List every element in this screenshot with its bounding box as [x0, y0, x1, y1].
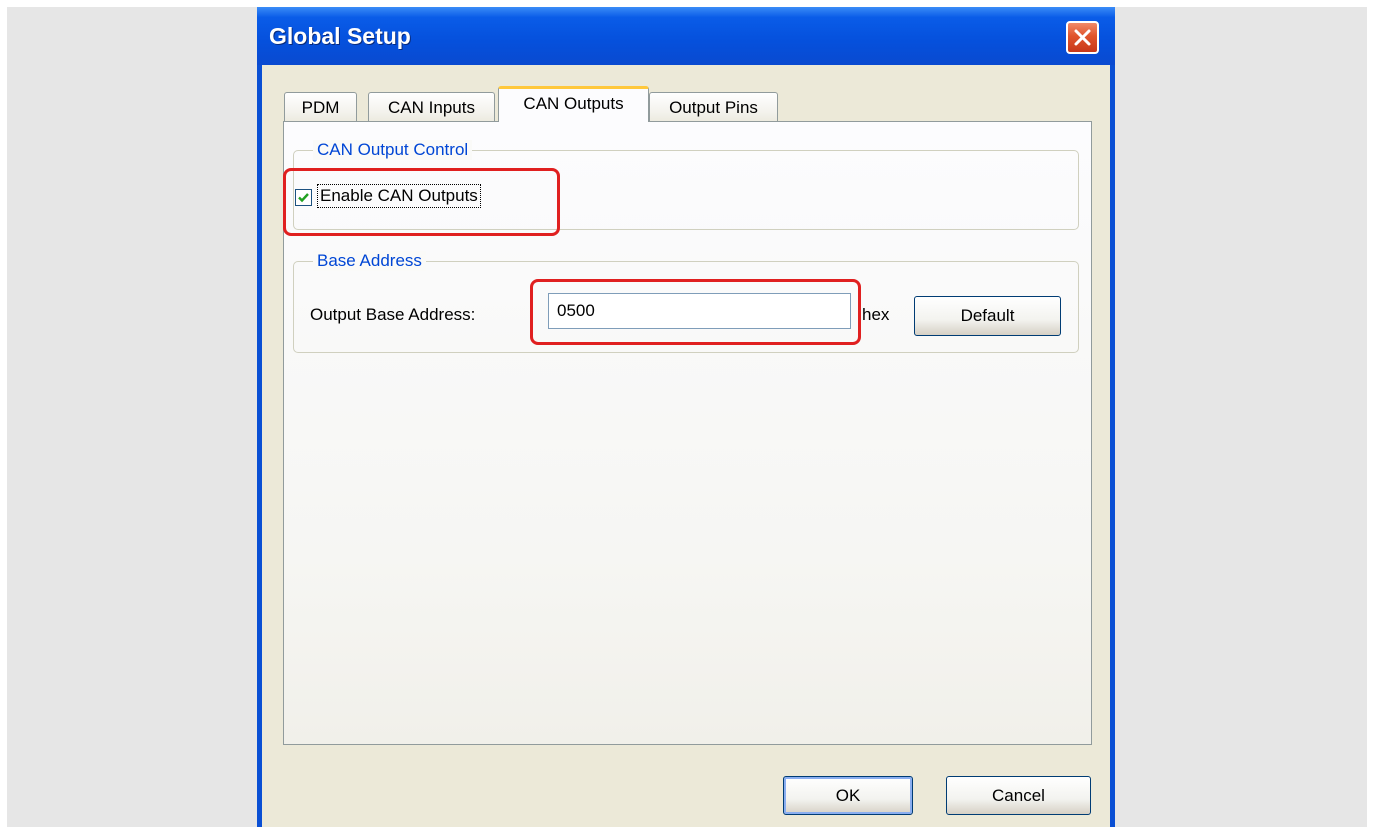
global-setup-dialog: Global Setup PDM CAN Inputs CAN Outputs … — [257, 7, 1115, 827]
default-button[interactable]: Default — [914, 296, 1061, 336]
can-output-control-group-label: CAN Output Control — [313, 140, 473, 160]
tab-can-inputs[interactable]: CAN Inputs — [368, 92, 495, 123]
hex-unit-label: hex — [862, 305, 890, 324]
close-button[interactable] — [1066, 21, 1099, 54]
cancel-button[interactable]: Cancel — [946, 776, 1091, 815]
dialog-client-area: PDM CAN Inputs CAN Outputs Output Pins C… — [262, 65, 1110, 827]
tab-output-pins[interactable]: Output Pins — [649, 92, 778, 123]
title-bar[interactable]: Global Setup — [257, 7, 1115, 65]
tab-can-outputs[interactable]: CAN Outputs — [498, 86, 649, 122]
ok-button[interactable]: OK — [783, 776, 913, 815]
tab-pdm-label: PDM — [301, 98, 340, 117]
tab-pdm[interactable]: PDM — [284, 92, 357, 123]
close-icon — [1074, 29, 1091, 46]
highlight-base-address-input — [530, 279, 861, 345]
dialog-title: Global Setup — [269, 23, 411, 49]
tab-can-outputs-label: CAN Outputs — [523, 94, 624, 113]
tab-can-inputs-label: CAN Inputs — [388, 98, 475, 117]
output-base-address-label: Output Base Address: — [310, 305, 476, 324]
highlight-enable-checkbox — [283, 168, 560, 236]
tab-output-pins-label: Output Pins — [669, 98, 758, 117]
base-address-group-label: Base Address — [313, 251, 426, 271]
